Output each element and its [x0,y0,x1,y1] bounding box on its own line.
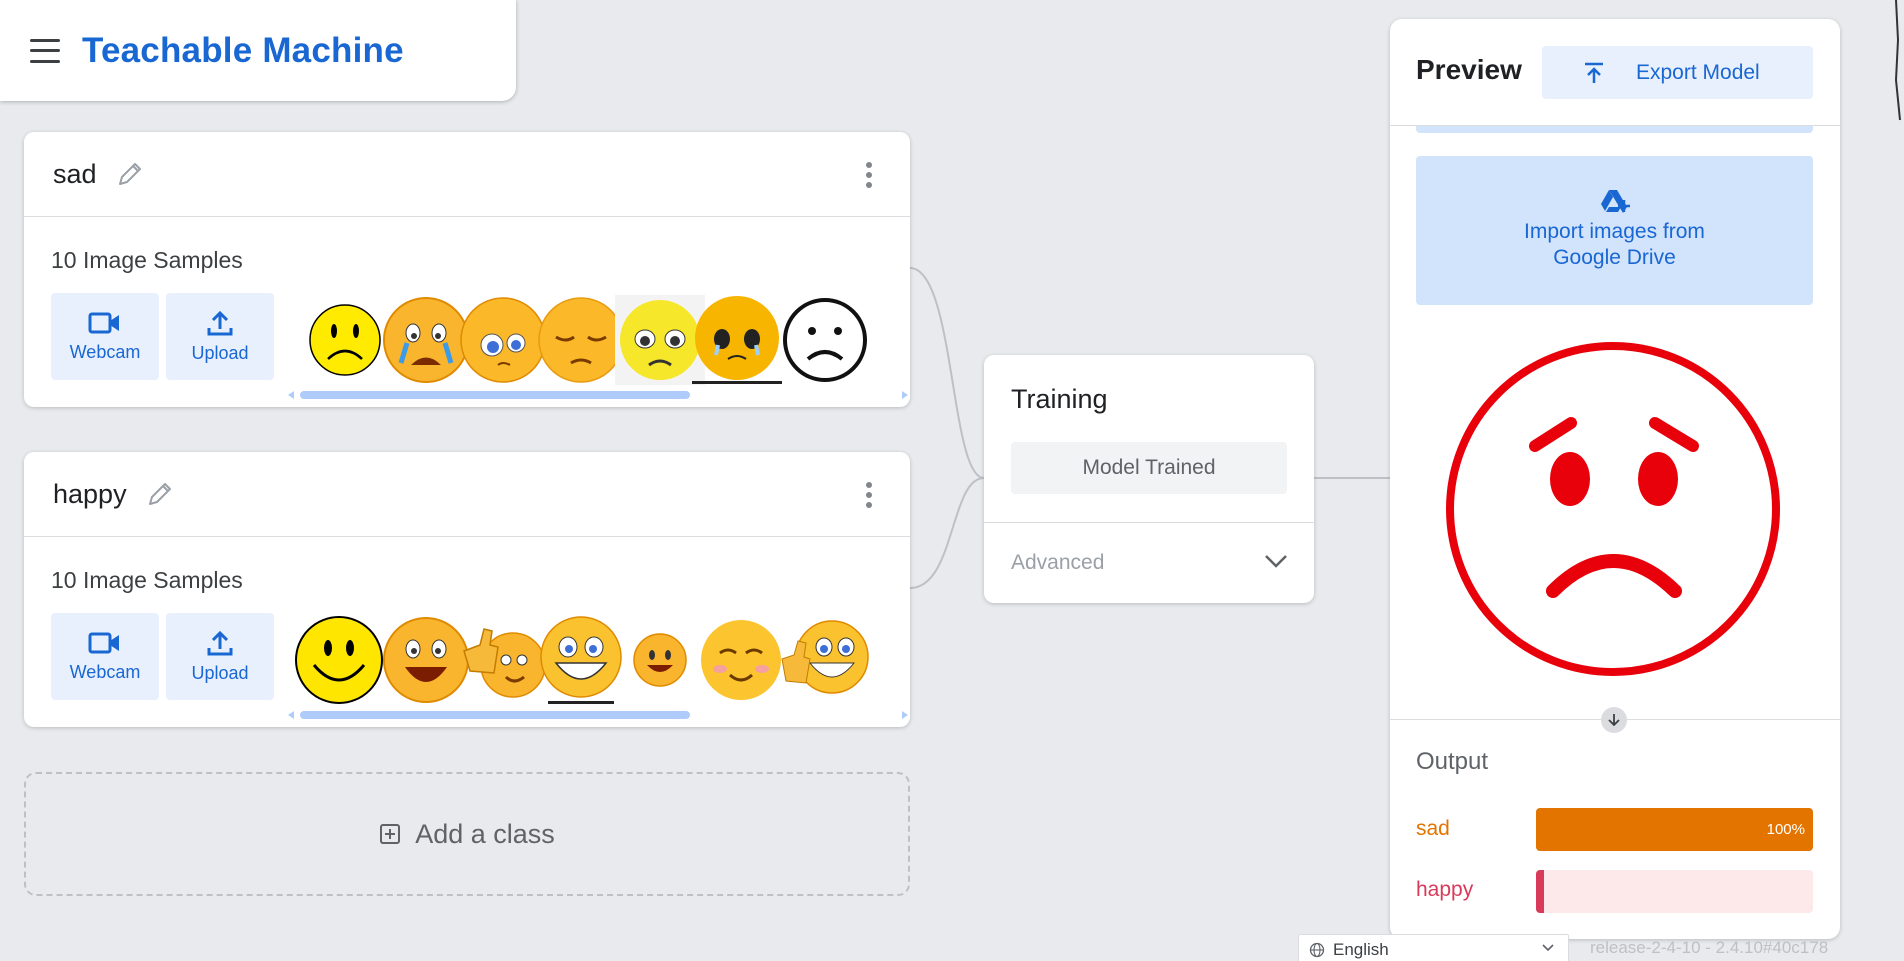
class-card-body: 10 Image Samples Webcam Upload [24,537,910,727]
scroll-left-icon[interactable] [288,391,294,399]
globe-icon [1309,942,1325,958]
class-card-happy: happy 10 Image Samples Webcam Upload [24,452,910,727]
preview-title: Preview [1416,54,1522,85]
import-google-drive-button[interactable]: Import images from Google Drive [1416,156,1813,305]
outline-frown-face-thumbnail[interactable] [780,295,870,385]
output-percent: 100% [1766,821,1805,838]
preview-panel: Preview Export Model Import images from … [1390,19,1840,939]
class-card-sad: sad 10 Image Samples Webcam Upload [24,132,910,407]
webcam-button[interactable]: Webcam [51,613,159,700]
more-options-icon[interactable] [866,482,872,508]
language-label: English [1333,940,1389,959]
upload-button[interactable]: Upload [166,613,274,700]
upload-label: Upload [191,343,249,363]
samples-count-label: 10 Image Samples [51,567,243,593]
pencil-icon[interactable] [115,159,145,189]
webcam-button[interactable]: Webcam [51,293,159,380]
webcam-label: Webcam [69,662,141,682]
webcam-icon [88,312,119,334]
scroll-right-icon[interactable] [902,391,908,399]
pencil-icon[interactable] [145,479,175,509]
chevron-down-icon [1542,944,1554,952]
add-class-button[interactable]: Add a class [24,772,910,896]
webcam-label: Webcam [69,342,141,362]
scroll-left-icon[interactable] [288,711,294,719]
thumbnail-scrollbar[interactable] [286,389,910,401]
google-drive-add-icon [1601,190,1630,213]
output-bar-fill: 100% [1536,808,1813,851]
class-name[interactable]: happy [53,479,127,510]
output-bar-sad: 100% [1536,808,1813,851]
output-label-sad: sad [1416,817,1450,840]
export-icon [1585,62,1603,83]
advanced-label: Advanced [1011,551,1105,574]
frowning-face-thumbnail[interactable] [300,295,390,385]
chevron-down-icon [1265,555,1287,568]
class-name[interactable]: sad [53,159,97,190]
scroll-right-icon[interactable] [902,711,908,719]
upload-icon [207,310,233,336]
advanced-toggle[interactable]: Advanced [984,522,1314,603]
output-title: Output [1416,748,1489,775]
train-model-button[interactable]: Model Trained [1011,442,1287,494]
arrow-down-icon[interactable] [1601,707,1627,733]
scrolled-input-option [1416,126,1813,133]
pleading-face-thumbnail[interactable] [458,295,548,385]
import-drive-line1: Import images from [1524,220,1705,243]
output-label-happy: happy [1416,878,1474,901]
export-model-label: Export Model [1636,60,1760,84]
sample-thumbnails [286,293,910,388]
training-card: Training Model Trained Advanced [984,355,1314,603]
samples-count-label: 10 Image Samples [51,247,243,273]
upload-label: Upload [191,663,249,683]
scrollbar-thumb[interactable] [300,391,690,399]
thumbnail-scrollbar[interactable] [286,709,910,721]
teary-face-thumbnail[interactable] [692,295,782,385]
app-header: Teachable Machine [0,0,516,101]
hamburger-menu-icon[interactable] [30,38,60,63]
output-bar-fill [1536,870,1544,913]
import-drive-line2: Google Drive [1553,246,1676,269]
thumbs-up-grin-face-thumbnail[interactable] [780,615,870,705]
sample-thumbnails [286,613,910,708]
window-edge [1894,0,1901,121]
class-card-header: sad [24,132,910,217]
add-class-label: Add a class [415,818,555,849]
preview-input-image [1446,342,1780,676]
small-smile-face-thumbnail[interactable] [615,615,705,705]
webcam-icon [88,632,119,654]
export-model-button[interactable]: Export Model [1542,46,1813,99]
language-select[interactable]: English [1298,934,1569,961]
output-bar-happy [1536,870,1813,913]
scrollbar-thumb[interactable] [300,711,690,719]
pensive-face-thumbnail[interactable] [536,295,626,385]
thumbs-up-face-thumbnail[interactable] [458,615,548,705]
upload-icon [207,630,233,656]
version-label: release-2-4-10 - 2.4.10#40c178 [1590,938,1829,957]
app-title[interactable]: Teachable Machine [82,31,404,71]
training-title: Training [1011,384,1108,414]
blushing-face-thumbnail[interactable] [696,615,786,705]
grinning-face-thumbnail[interactable] [536,615,626,705]
plus-box-icon [380,824,401,844]
smiley-face-thumbnail[interactable] [294,615,384,705]
class-card-header: happy [24,452,910,537]
upload-button[interactable]: Upload [166,293,274,380]
class-card-body: 10 Image Samples Webcam Upload [24,217,910,407]
more-options-icon[interactable] [866,162,872,188]
